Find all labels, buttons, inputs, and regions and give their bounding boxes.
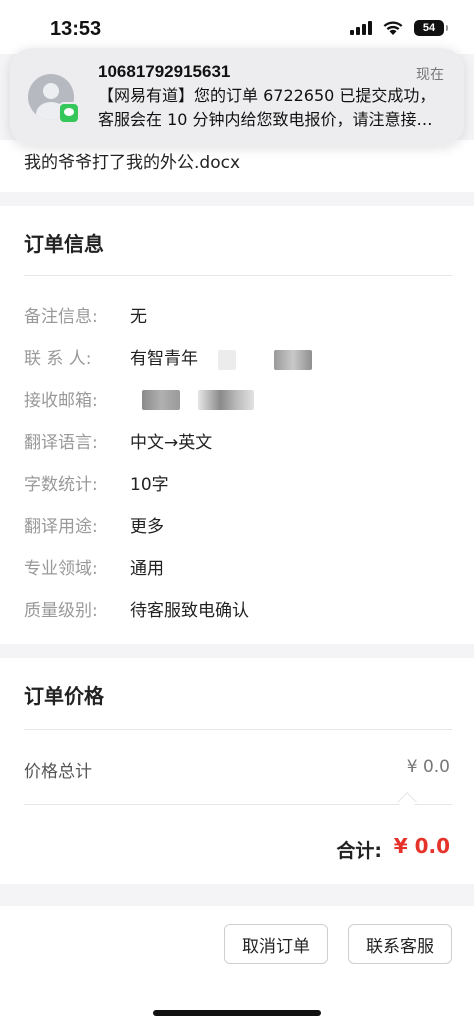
cellular-signal-icon: [350, 21, 372, 35]
notification-body: 【网易有道】您的订单 6722650 已提交成功，客服会在 10 分钟内给您致电…: [98, 86, 436, 129]
info-label: 质量级别:: [24, 600, 98, 621]
info-row-contact: 联 系 人: 有智青年: [24, 343, 198, 369]
file-strip: 我的爷爷打了我的外公.docx: [0, 140, 474, 192]
info-row-domain: 专业领域: 通用: [24, 553, 164, 579]
status-icons: 54: [350, 20, 448, 36]
info-value: 有智青年: [130, 348, 198, 369]
info-label: 备注信息:: [24, 306, 98, 327]
cancel-order-button[interactable]: 取消订单: [224, 924, 328, 964]
redacted-block: [274, 350, 312, 370]
info-row-language: 翻译语言: 中文→英文: [24, 427, 212, 453]
wifi-icon: [383, 21, 403, 35]
order-detail-page: 13:53 54 我的爷爷打了我的外公.docx 10681792915631 …: [0, 0, 474, 1025]
info-label: 专业领域:: [24, 558, 98, 579]
info-label: 字数统计:: [24, 474, 98, 495]
info-row-quality: 质量级别: 待客服致电确认: [24, 595, 249, 621]
divider: [24, 275, 452, 276]
action-bar: 取消订单 联系客服: [0, 906, 474, 1025]
info-value: 待客服致电确认: [130, 600, 249, 621]
info-row-purpose: 翻译用途: 更多: [24, 511, 164, 537]
price-total-value: ¥ 0.0: [406, 757, 450, 777]
sms-notification-banner[interactable]: 10681792915631 现在 【网易有道】您的订单 6722650 已提交…: [10, 48, 464, 146]
status-bar: 13:53 54: [0, 0, 474, 54]
messages-app-icon: [58, 102, 80, 124]
info-value: 无: [130, 306, 147, 327]
file-name: 我的爷爷打了我的外公.docx: [24, 153, 241, 173]
info-label: 联 系 人:: [24, 348, 92, 369]
divider: [24, 729, 452, 730]
info-value: 通用: [130, 558, 164, 579]
battery-icon: 54: [414, 20, 448, 36]
status-time: 13:53: [50, 18, 102, 40]
sum-label: 合计:: [336, 840, 382, 862]
info-value: 10字: [130, 474, 169, 495]
info-label: 翻译语言:: [24, 432, 98, 453]
info-row-remark: 备注信息: 无: [24, 301, 147, 327]
sum-value: ¥ 0.0: [393, 834, 450, 858]
order-info-card: 订单信息 备注信息: 无 联 系 人: 有智青年 接收邮箱: 翻译语言: 中文→…: [0, 206, 474, 644]
info-value: 中文→英文: [130, 432, 213, 453]
order-info-title: 订单信息: [24, 232, 104, 256]
redacted-block: [218, 350, 236, 370]
divider: [24, 804, 452, 805]
home-indicator[interactable]: [153, 1010, 321, 1016]
info-label: 翻译用途:: [24, 516, 98, 537]
notification-sender: 10681792915631: [98, 62, 231, 81]
info-value: 更多: [130, 516, 164, 537]
price-total-label: 价格总计: [24, 762, 92, 782]
info-label: 接收邮箱:: [24, 390, 98, 411]
redacted-block: [142, 390, 180, 410]
redacted-block: [198, 390, 254, 410]
contact-support-button[interactable]: 联系客服: [348, 924, 452, 964]
order-price-card: 订单价格 价格总计 ¥ 0.0 合计: ¥ 0.0: [0, 658, 474, 884]
info-row-email: 接收邮箱:: [24, 385, 130, 411]
order-price-title: 订单价格: [24, 684, 104, 708]
info-row-wordcount: 字数统计: 10字: [24, 469, 169, 495]
notification-time: 现在: [416, 67, 444, 83]
